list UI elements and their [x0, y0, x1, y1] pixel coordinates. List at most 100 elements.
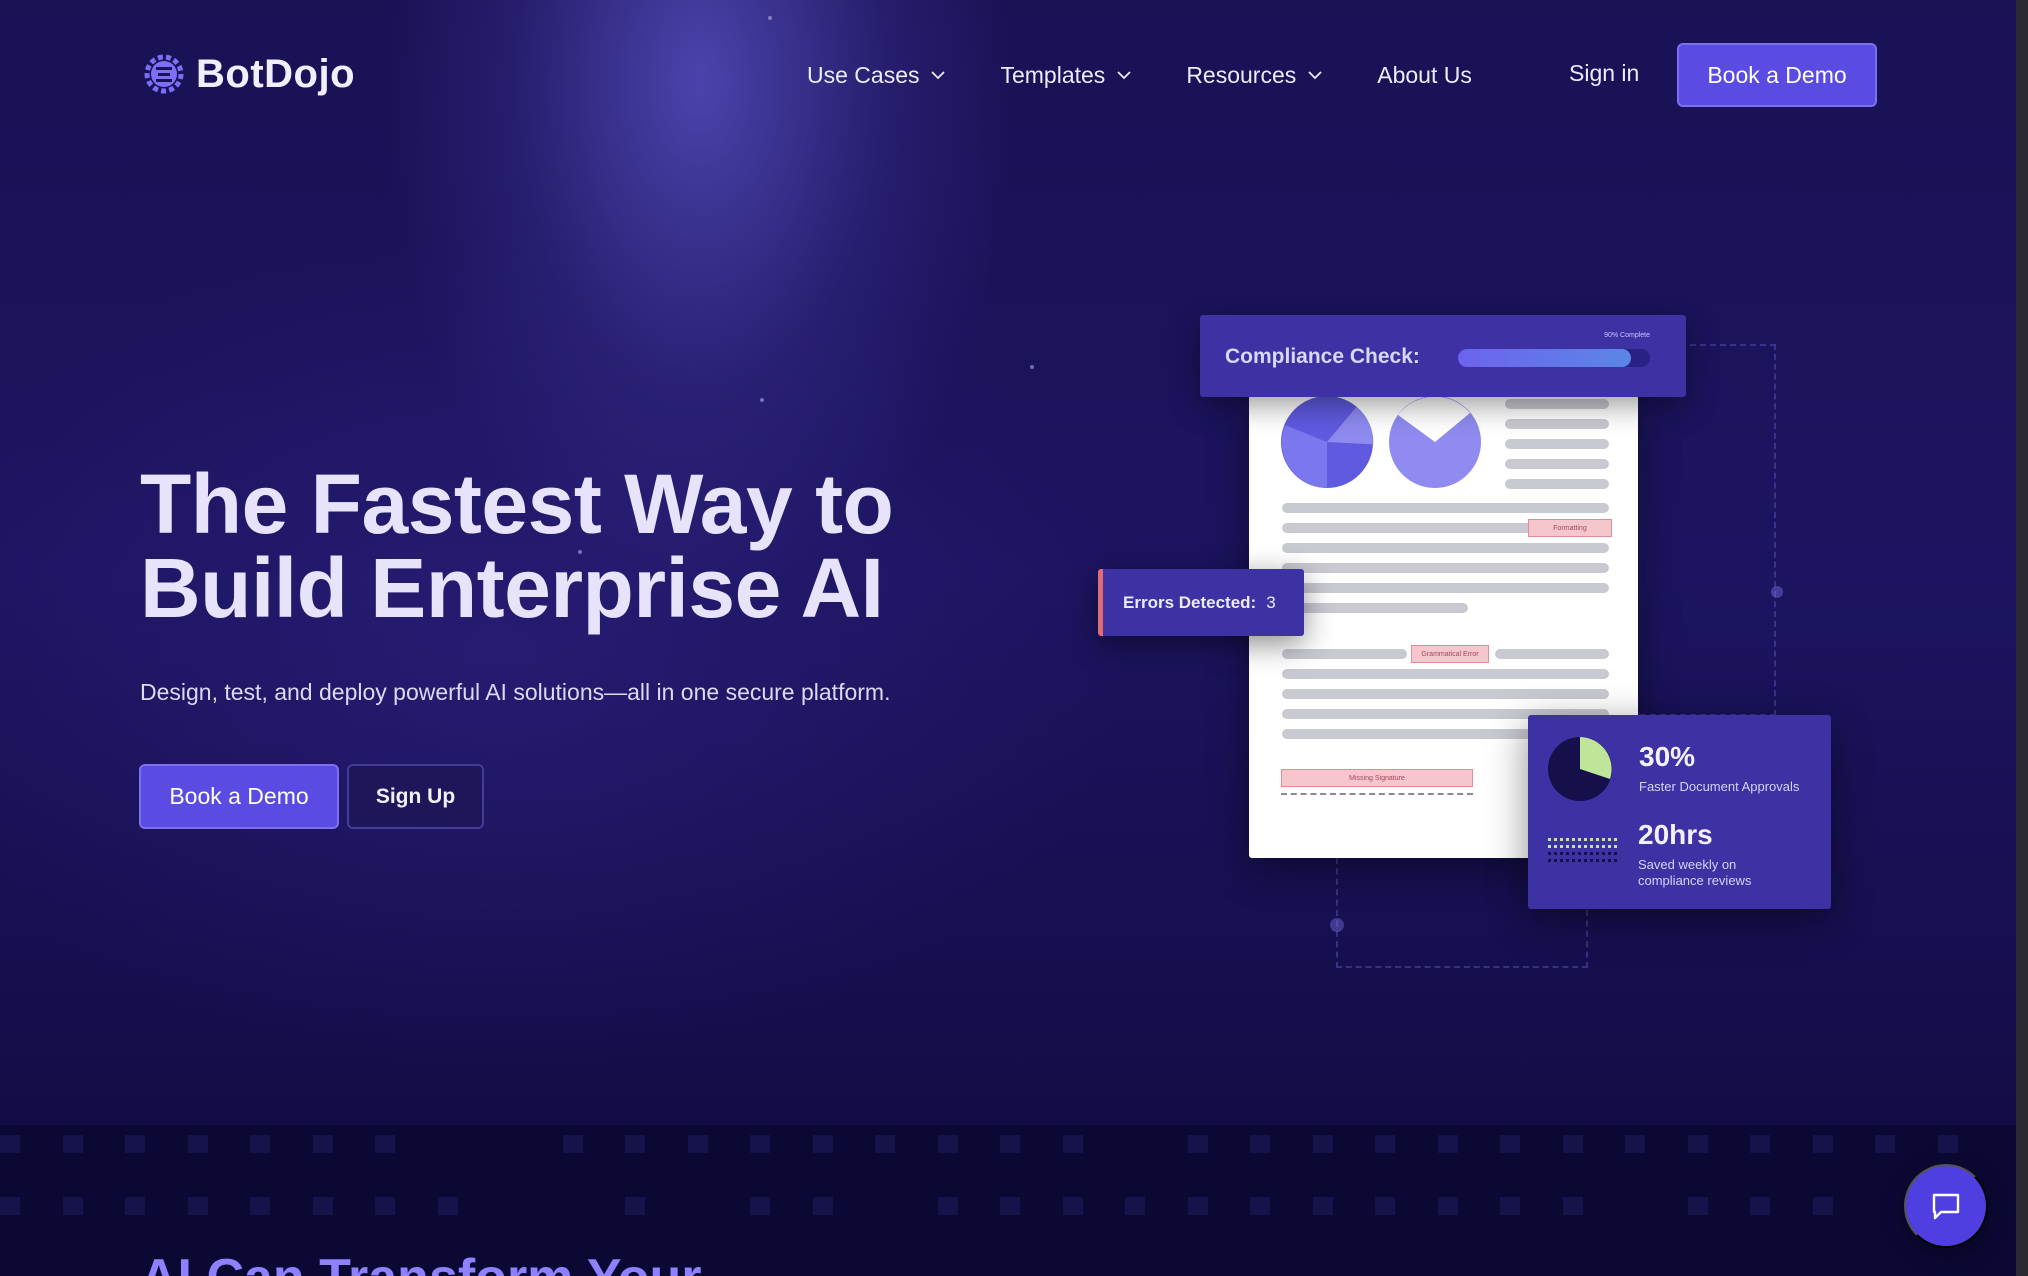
section-title: AI Can Transform Your — [140, 1248, 702, 1276]
connector-node — [1771, 586, 1783, 598]
pattern-square — [1813, 1197, 1833, 1215]
pattern-square — [1813, 1135, 1833, 1153]
pattern-square — [563, 1135, 583, 1153]
pattern-square — [125, 1197, 145, 1215]
nav-label: About Us — [1377, 62, 1472, 89]
signature-line — [1281, 793, 1473, 795]
hero-title: The Fastest Way to Build Enterprise AI — [140, 462, 893, 630]
pattern-square — [1313, 1135, 1333, 1153]
pattern-square — [938, 1197, 958, 1215]
pattern-square — [625, 1135, 645, 1153]
nav-use-cases[interactable]: Use Cases — [807, 62, 947, 89]
star-dot — [1030, 365, 1034, 369]
pattern-square — [250, 1197, 270, 1215]
pattern-square — [813, 1197, 833, 1215]
pattern-square — [1188, 1197, 1208, 1215]
stat-percent-value: 30% — [1639, 741, 1695, 773]
pattern-square — [1063, 1135, 1083, 1153]
pattern-square — [1500, 1197, 1520, 1215]
pattern-square — [188, 1197, 208, 1215]
compliance-label: Compliance Check: — [1225, 345, 1420, 369]
nav-label: Templates — [1000, 62, 1105, 89]
pattern-square — [63, 1135, 83, 1153]
missing-signature-tag: Missing Signature — [1281, 769, 1473, 787]
pattern-square — [250, 1135, 270, 1153]
formatting-tag: Formatting — [1528, 519, 1612, 537]
pattern-square — [375, 1197, 395, 1215]
stat-percent-caption: Faster Document Approvals — [1639, 779, 1799, 795]
pie-stat-icon — [1548, 737, 1612, 801]
chevron-down-icon — [1115, 66, 1133, 84]
pattern-square — [63, 1197, 83, 1215]
pattern-square — [1438, 1197, 1458, 1215]
pattern-square — [1375, 1135, 1395, 1153]
grammar-tag: Grammatical Error — [1411, 645, 1489, 663]
brand-logo[interactable]: BotDojo — [140, 50, 355, 98]
nav-resources[interactable]: Resources — [1186, 62, 1324, 89]
compliance-progress-text: 90% Complete — [1604, 332, 1650, 339]
pattern-square — [1750, 1135, 1770, 1153]
pattern-square — [188, 1135, 208, 1153]
nav-templates[interactable]: Templates — [1000, 62, 1133, 89]
pattern-square — [1875, 1135, 1895, 1153]
pattern-square — [313, 1197, 333, 1215]
book-demo-button[interactable]: Book a Demo — [139, 764, 339, 829]
chevron-down-icon — [1306, 66, 1324, 84]
errors-detected-card: Errors Detected: 3 — [1098, 569, 1304, 636]
hero-subtitle: Design, test, and deploy powerful AI sol… — [140, 679, 890, 706]
pattern-square — [1625, 1135, 1645, 1153]
pie-chart-thumbnails — [1280, 395, 1490, 489]
main-nav: Use Cases Templates Resources About Us — [807, 52, 1525, 98]
pattern-square — [1500, 1135, 1520, 1153]
pattern-square — [1688, 1197, 1708, 1215]
compliance-check-card: Compliance Check: 90% Complete — [1200, 315, 1686, 397]
pattern-square — [1688, 1135, 1708, 1153]
pattern-square — [375, 1135, 395, 1153]
chevron-down-icon — [929, 66, 947, 84]
pattern-square — [938, 1135, 958, 1153]
sign-up-button[interactable]: Sign Up — [347, 764, 484, 829]
pattern-square — [625, 1197, 645, 1215]
pattern-square — [1563, 1135, 1583, 1153]
hero-title-line-2: Build Enterprise AI — [140, 546, 893, 630]
stat-hours-caption-1: Saved weekly on — [1638, 857, 1736, 873]
pattern-square — [313, 1135, 333, 1153]
connector-node — [1330, 918, 1344, 932]
pattern-square — [1125, 1197, 1145, 1215]
star-dot — [768, 16, 772, 20]
pattern-square — [1250, 1197, 1270, 1215]
star-dot — [760, 398, 764, 402]
dot-grid-icon — [1548, 836, 1620, 872]
pattern-square — [1188, 1135, 1208, 1153]
pattern-square — [1000, 1135, 1020, 1153]
pattern-square — [1375, 1197, 1395, 1215]
pattern-square — [1250, 1135, 1270, 1153]
pattern-square — [813, 1135, 833, 1153]
pattern-square — [438, 1197, 458, 1215]
brand-name: BotDojo — [196, 52, 355, 97]
book-demo-nav-button[interactable]: Book a Demo — [1677, 43, 1877, 107]
chat-launcher-button[interactable] — [1904, 1164, 1988, 1248]
pattern-square — [1938, 1135, 1958, 1153]
pattern-square — [688, 1135, 708, 1153]
nav-label: Use Cases — [807, 62, 919, 89]
pattern-square — [1750, 1197, 1770, 1215]
hero-title-line-1: The Fastest Way to — [140, 462, 893, 546]
pattern-square — [1438, 1135, 1458, 1153]
nav-about-us[interactable]: About Us — [1377, 62, 1472, 89]
pattern-square — [125, 1135, 145, 1153]
dashed-connector — [1640, 344, 1776, 716]
pattern-square — [750, 1197, 770, 1215]
pattern-square — [0, 1135, 20, 1153]
compliance-progress-fill — [1458, 349, 1631, 367]
gear-logo-icon — [140, 50, 188, 98]
pattern-square — [1563, 1197, 1583, 1215]
pattern-square — [1063, 1197, 1083, 1215]
scrollbar[interactable] — [2016, 0, 2028, 1276]
errors-label: Errors Detected: — [1123, 593, 1256, 613]
landing-page: BotDojo Use Cases Templates Resources Ab… — [0, 0, 2016, 1276]
stat-hours-value: 20hrs — [1638, 819, 1713, 851]
nav-label: Resources — [1186, 62, 1296, 89]
stat-hours-caption-2: compliance reviews — [1638, 873, 1751, 889]
sign-in-link[interactable]: Sign in — [1569, 60, 1639, 87]
